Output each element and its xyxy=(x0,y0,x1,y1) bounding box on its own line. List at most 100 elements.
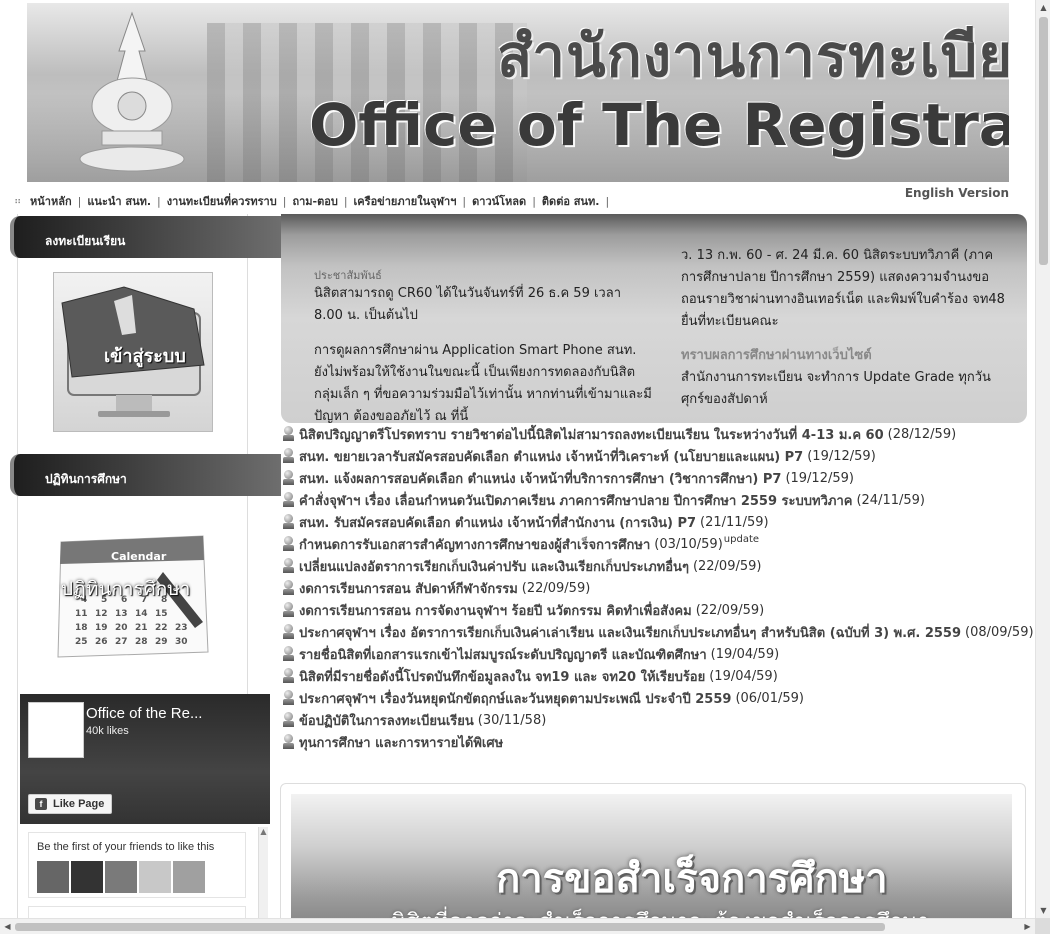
drag-grip-icon: ⠶ xyxy=(14,195,22,207)
nav-download[interactable]: ดาวน์โหลด xyxy=(472,192,526,210)
news-item: นิสิตที่มีรายชื่อดังนี้โปรดบันทึกข้อมูลล… xyxy=(283,665,1043,687)
nav-faq[interactable]: ถาม-ตอบ xyxy=(292,192,337,210)
scroll-right-arrow-icon[interactable]: ▶ xyxy=(1020,919,1035,934)
facebook-like-label: Like Page xyxy=(53,798,105,810)
facebook-like-button[interactable]: f Like Page xyxy=(28,794,112,814)
news-title-link[interactable]: รายชื่อนิสิตที่เอกสารแรกเข้าไม่สมบูรณ์ระ… xyxy=(299,644,707,665)
nav-separator: | xyxy=(343,194,348,208)
svg-text:13: 13 xyxy=(115,609,128,619)
news-title-link[interactable]: เปลี่ยนแปลงอัตราการเรียกเก็บเงินค่าปรับ … xyxy=(299,556,689,577)
pr-column: นิสิตสามารถดู CR60 ได้ในวันจันทร์ที่ 26 … xyxy=(314,283,654,423)
news-title-link[interactable]: สนท. ขยายเวลารับสมัครสอบคัดเลือก ตำแหน่ง… xyxy=(299,446,803,467)
svg-text:20: 20 xyxy=(115,623,128,633)
news-title-link[interactable]: ข้อปฏิบัติในการลงทะเบียนเรียน xyxy=(299,710,474,731)
friend-avatar[interactable] xyxy=(139,861,171,893)
news-title-link[interactable]: กำหนดการรับเอกสารสำคัญทางการศึกษาของผู้ส… xyxy=(299,534,650,555)
friend-avatar[interactable] xyxy=(173,861,205,893)
news-title-link[interactable]: สนท. แจ้งผลการสอบคัดเลือก ตำแหน่ง เจ้าหน… xyxy=(299,468,781,489)
facebook-likes-count: 40k likes xyxy=(86,725,129,737)
nav-about[interactable]: แนะนำ สนท. xyxy=(87,192,151,210)
news-date: (19/04/59) xyxy=(709,668,778,684)
news-title-link[interactable]: นิสิตปริญญาตรีโปรดทราบ รายวิชาต่อไปนี้นิ… xyxy=(299,424,884,445)
bullet-person-icon xyxy=(283,426,294,442)
main-nav: ⠶ หน้าหลัก | แนะนำ สนท. | งานทะเบียนที่ควร… xyxy=(14,192,615,210)
withdraw-notice: ว. 13 ก.พ. 60 - ศ. 24 มี.ค. 60 นิสิตระบบ… xyxy=(681,248,1005,329)
svg-text:26: 26 xyxy=(95,637,108,647)
bullet-person-icon xyxy=(283,448,294,464)
news-title-link[interactable]: สนท. รับสมัครสอบคัดเลือก ตำแหน่ง เจ้าหน้… xyxy=(299,512,696,533)
news-date: (19/04/59) xyxy=(710,646,780,662)
bullet-person-icon xyxy=(283,624,294,640)
news-date: (19/12/59) xyxy=(785,470,854,486)
nav-contact[interactable]: ติดต่อ สนท. xyxy=(542,192,600,210)
friend-avatar[interactable] xyxy=(71,861,103,893)
header-banner: สำนักงานการทะเบียน Office of The Registr… xyxy=(27,3,1009,182)
news-date: (08/09/59) xyxy=(965,624,1034,640)
news-date: (19/12/59) xyxy=(807,448,876,464)
login-button[interactable]: เข้าสู่ระบบ xyxy=(53,272,213,432)
pr-label: ประชาสัมพันธ์ xyxy=(314,269,382,282)
nav-separator: | xyxy=(532,194,536,208)
facebook-page-widget: Office of the Re... 40k likes f Like Pag… xyxy=(20,694,270,934)
news-item: สนท. แจ้งผลการสอบคัดเลือก ตำแหน่ง เจ้าหน… xyxy=(283,467,1043,489)
news-date: (22/09/59) xyxy=(695,602,765,618)
banner-title-english: Office of The Registrar xyxy=(309,91,1009,159)
graduation-banner-image[interactable]: การขอสำเร็จการศึกษา นิสิตที่คาดว่าจะสำเร… xyxy=(291,794,1012,934)
news-title-link[interactable]: งดการเรียนการสอน สัปดาห์กีฬาจักรรม xyxy=(299,578,518,599)
svg-text:19: 19 xyxy=(95,623,108,633)
news-title-link[interactable]: คำสั่งจุฬาฯ เรื่อง เลื่อนกำหนดวันเปิดภาค… xyxy=(299,490,852,511)
news-title-link[interactable]: ประกาศจุฬาฯ เรื่อง อัตราการเรียกเก็บเงิน… xyxy=(299,622,961,643)
info-column: ว. 13 ก.พ. 60 - ศ. 24 มี.ค. 60 นิสิตระบบ… xyxy=(681,245,1011,411)
news-date: (28/12/59) xyxy=(887,426,957,442)
announcement-panel: ประชาสัมพันธ์ นิสิตสามารถดู CR60 ได้ในวั… xyxy=(281,214,1027,423)
news-item: ประกาศจุฬาฯ เรื่องวันหยุดนักขัตฤกษ์และวั… xyxy=(283,687,1043,709)
svg-text:12: 12 xyxy=(95,609,108,619)
news-item: งดการเรียนการสอน สัปดาห์กีฬาจักรรม (22/09… xyxy=(283,577,1043,599)
news-item: รายชื่อนิสิตที่เอกสารแรกเข้าไม่สมบูรณ์ระ… xyxy=(283,643,1043,665)
english-version-link[interactable]: English Version xyxy=(905,186,1009,200)
vertical-scrollbar[interactable]: ▲ ▼ xyxy=(1035,0,1050,918)
facebook-page-avatar[interactable] xyxy=(28,702,84,758)
bullet-person-icon xyxy=(283,514,294,530)
news-item: ประกาศจุฬาฯ เรื่อง อัตราการเรียกเก็บเงิน… xyxy=(283,621,1043,643)
friend-avatar[interactable] xyxy=(37,861,69,893)
login-label: เข้าสู่ระบบ xyxy=(104,346,186,367)
news-title-link[interactable]: ทุนการศึกษา และการหารายได้พิเศษ xyxy=(299,732,503,753)
scroll-down-arrow-icon[interactable]: ▼ xyxy=(1036,903,1050,918)
news-date: (03/10/59) xyxy=(654,536,723,552)
horizontal-scrollbar[interactable]: ◀ ▶ xyxy=(0,918,1035,934)
nav-home[interactable]: หน้าหลัก xyxy=(30,192,72,210)
nav-separator: | xyxy=(157,194,161,208)
grades-heading[interactable]: ทราบผลการศึกษาผ่านทางเว็บไซต์ xyxy=(681,345,1011,367)
facebook-page-name[interactable]: Office of the Re... xyxy=(86,705,202,722)
scrollbar-corner xyxy=(1035,918,1050,934)
scroll-left-arrow-icon[interactable]: ◀ xyxy=(0,919,15,934)
calendar-link[interactable]: 45678 11 12 13 14 15 18 19 20 21 22 23 25 26 27 28 29… xyxy=(53,512,213,672)
news-title-link[interactable]: งดการเรียนการสอน การจัดงานจุฬาฯ ร้อยปี น… xyxy=(299,600,692,621)
scroll-up-arrow-icon[interactable]: ▲ xyxy=(1036,0,1050,15)
graduation-title: การขอสำเร็จการศึกษา xyxy=(496,856,888,902)
banner-title-thai: สำนักงานการทะเบียน xyxy=(497,22,1009,90)
news-item: นิสิตปริญญาตรีโปรดทราบ รายวิชาต่อไปนี้นิ… xyxy=(283,423,1043,445)
news-item: กำหนดการรับเอกสารสำคัญทางการศึกษาของผู้ส… xyxy=(283,533,1043,555)
svg-text:23: 23 xyxy=(175,623,188,633)
nav-registration-info[interactable]: งานทะเบียนที่ควรทราบ xyxy=(167,192,277,210)
news-title-link[interactable]: นิสิตที่มีรายชื่อดังนี้โปรดบันทึกข้อมูลล… xyxy=(299,666,705,687)
vertical-scroll-thumb[interactable] xyxy=(1039,17,1048,265)
nav-separator: | xyxy=(462,194,467,208)
news-date: (22/09/59) xyxy=(692,558,762,574)
register-heading: ลงทะเบียนเรียน xyxy=(10,216,281,258)
horizontal-scroll-thumb[interactable] xyxy=(15,923,885,931)
svg-text:18: 18 xyxy=(75,623,88,633)
news-item: สนท. ขยายเวลารับสมัครสอบคัดเลือก ตำแหน่ง… xyxy=(283,445,1043,467)
chula-seal-logo xyxy=(79,11,185,172)
news-title-link[interactable]: ประกาศจุฬาฯ เรื่องวันหยุดนักขัตฤกษ์และวั… xyxy=(299,688,731,709)
news-item: ทุนการศึกษา และการหารายได้พิเศษ xyxy=(283,731,1043,753)
calendar-heading: ปฏิทินการศึกษา xyxy=(10,454,281,496)
update-badge: update xyxy=(723,533,760,545)
friend-avatar[interactable] xyxy=(105,861,137,893)
svg-text:29: 29 xyxy=(155,637,168,647)
nav-internal-network[interactable]: เครือข่ายภายในจุฬาฯ xyxy=(354,192,457,210)
svg-text:25: 25 xyxy=(75,637,88,647)
news-item: ข้อปฏิบัติในการลงทะเบียนเรียน (30/11/58) xyxy=(283,709,1043,731)
